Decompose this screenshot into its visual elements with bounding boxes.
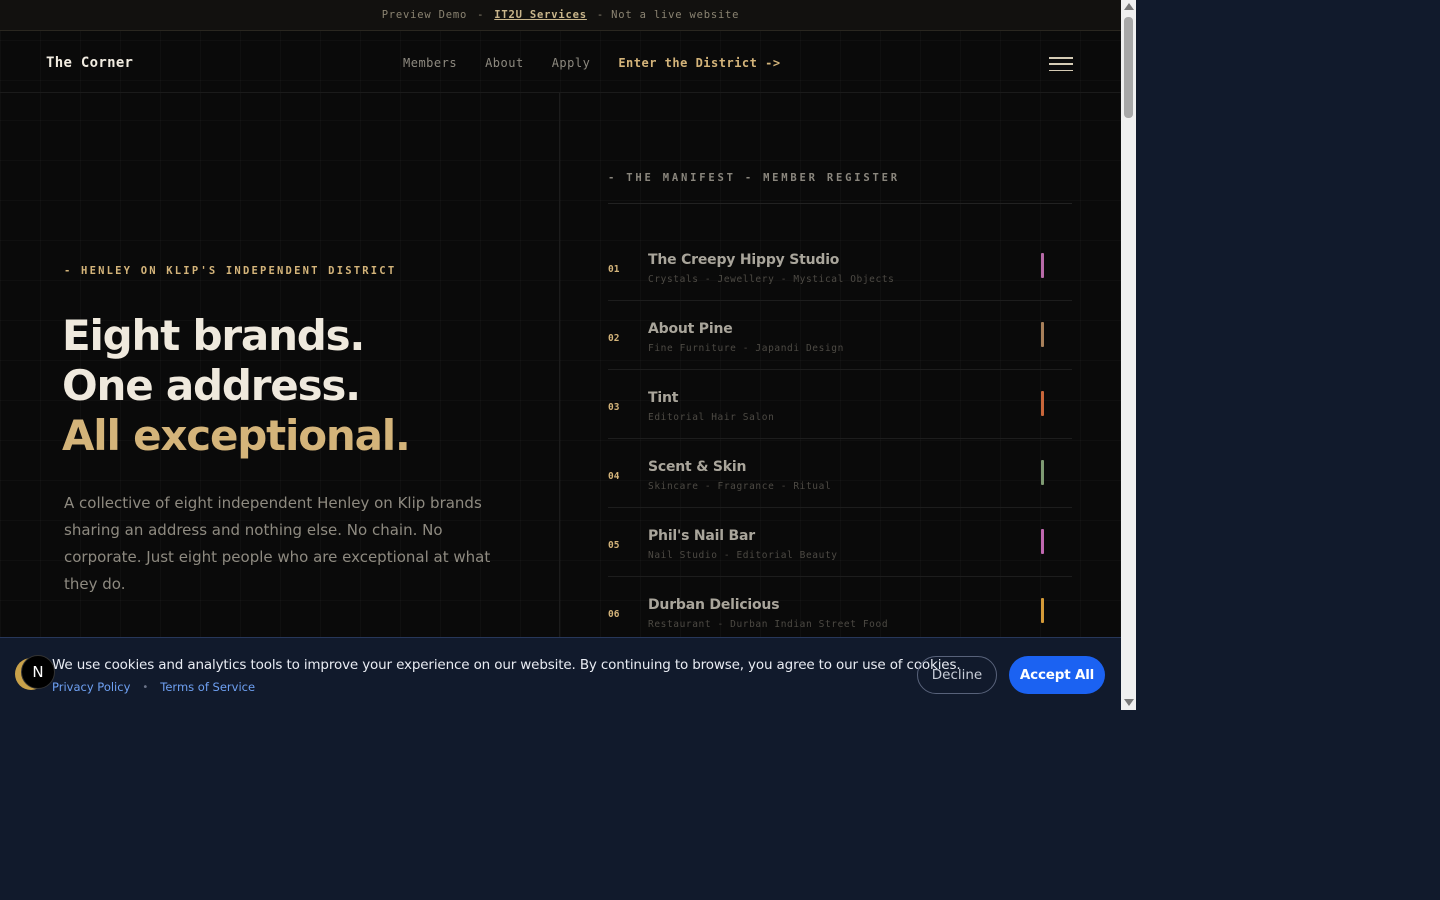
manifest-divider <box>608 203 1072 204</box>
hero-line-1: Eight brands. <box>62 311 365 360</box>
member-name: Phil's Nail Bar <box>648 528 755 544</box>
demo-banner: Preview Demo - IT2U Services - Not a liv… <box>0 0 1121 31</box>
link-separator: • <box>142 681 149 693</box>
member-name: The Creepy Hippy Studio <box>648 252 840 268</box>
member-color-bar <box>1041 253 1044 278</box>
hamburger-line <box>1049 63 1073 65</box>
member-name: About Pine <box>648 321 733 337</box>
member-color-bar <box>1041 391 1044 416</box>
member-color-bar <box>1041 529 1044 554</box>
banner-link[interactable]: IT2U Services <box>494 9 587 21</box>
banner-separator: - <box>477 9 485 21</box>
nav-link-apply[interactable]: Apply <box>552 56 591 70</box>
hero-eyebrow: - HENLEY ON KLIP'S INDEPENDENT DISTRICT <box>64 265 397 277</box>
member-number: 05 <box>608 540 620 551</box>
member-row[interactable]: 02 About Pine Fine Furniture - Japandi D… <box>608 301 1072 370</box>
member-tags: Fine Furniture - Japandi Design <box>648 343 844 354</box>
hero-description: A collective of eight independent Henley… <box>64 494 491 593</box>
hero-section: - HENLEY ON KLIP'S INDEPENDENT DISTRICT … <box>0 93 560 710</box>
member-tags: Nail Studio - Editorial Beauty <box>648 550 838 561</box>
nav-cta-enter-district[interactable]: Enter the District -> <box>618 56 780 70</box>
page-viewport: Preview Demo - IT2U Services - Not a liv… <box>0 0 1121 710</box>
scroll-up-arrow-icon[interactable] <box>1124 3 1134 10</box>
vertical-scrollbar[interactable] <box>1121 0 1136 710</box>
scroll-down-arrow-icon[interactable] <box>1124 699 1134 706</box>
member-tags: Crystals - Jewellery - Mystical Objects <box>648 274 895 285</box>
member-row[interactable]: 01 The Creepy Hippy Studio Crystals - Je… <box>608 232 1072 301</box>
cookie-message: We use cookies and analytics tools to im… <box>52 657 961 673</box>
cookie-links: Privacy Policy • Terms of Service <box>52 680 255 694</box>
member-color-bar <box>1041 322 1044 347</box>
member-row[interactable]: 06 Durban Delicious Restaurant - Durban … <box>608 577 1072 646</box>
hamburger-line <box>1049 57 1073 59</box>
member-tags: Skincare - Fragrance - Ritual <box>648 481 832 492</box>
member-tags: Restaurant - Durban Indian Street Food <box>648 619 889 630</box>
member-name: Durban Delicious <box>648 597 780 613</box>
member-number: 04 <box>608 471 620 482</box>
manifest-heading: - THE MANIFEST - MEMBER REGISTER <box>608 172 900 184</box>
member-number: 03 <box>608 402 620 413</box>
navbar: The Corner Members About Apply Enter the… <box>0 32 1121 93</box>
member-number: 06 <box>608 609 620 620</box>
member-name: Tint <box>648 390 679 406</box>
member-color-bar <box>1041 460 1044 485</box>
member-number: 02 <box>608 333 620 344</box>
nav-link-members[interactable]: Members <box>403 56 457 70</box>
privacy-policy-link[interactable]: Privacy Policy <box>52 680 130 694</box>
terms-of-service-link[interactable]: Terms of Service <box>160 680 255 694</box>
hero-heading: Eight brands. One address. All exception… <box>62 311 411 461</box>
hamburger-menu-icon[interactable] <box>1049 57 1073 71</box>
member-row[interactable]: 04 Scent & Skin Skincare - Fragrance - R… <box>608 439 1072 508</box>
hamburger-line <box>1049 69 1073 71</box>
member-color-bar <box>1041 598 1044 623</box>
n-logo-icon[interactable]: N <box>21 655 55 689</box>
decline-button[interactable]: Decline <box>917 656 997 694</box>
site-logo[interactable]: The Corner <box>46 55 133 71</box>
member-number: 01 <box>608 264 620 275</box>
hero-line-3: All exceptional. <box>62 411 411 460</box>
nav-link-about[interactable]: About <box>485 56 524 70</box>
scroll-thumb[interactable] <box>1124 17 1133 118</box>
cookie-banner: N We use cookies and analytics tools to … <box>0 637 1121 710</box>
member-tags: Editorial Hair Salon <box>648 412 775 423</box>
nav-links: Members About Apply Enter the District -… <box>403 56 781 70</box>
member-row[interactable]: 03 Tint Editorial Hair Salon <box>608 370 1072 439</box>
banner-prefix: Preview Demo <box>381 9 468 21</box>
hero-line-2: One address. <box>62 361 361 410</box>
member-row[interactable]: 05 Phil's Nail Bar Nail Studio - Editori… <box>608 508 1072 577</box>
member-name: Scent & Skin <box>648 459 747 475</box>
banner-suffix: - Not a live website <box>596 9 740 21</box>
accept-all-button[interactable]: Accept All <box>1009 656 1105 694</box>
